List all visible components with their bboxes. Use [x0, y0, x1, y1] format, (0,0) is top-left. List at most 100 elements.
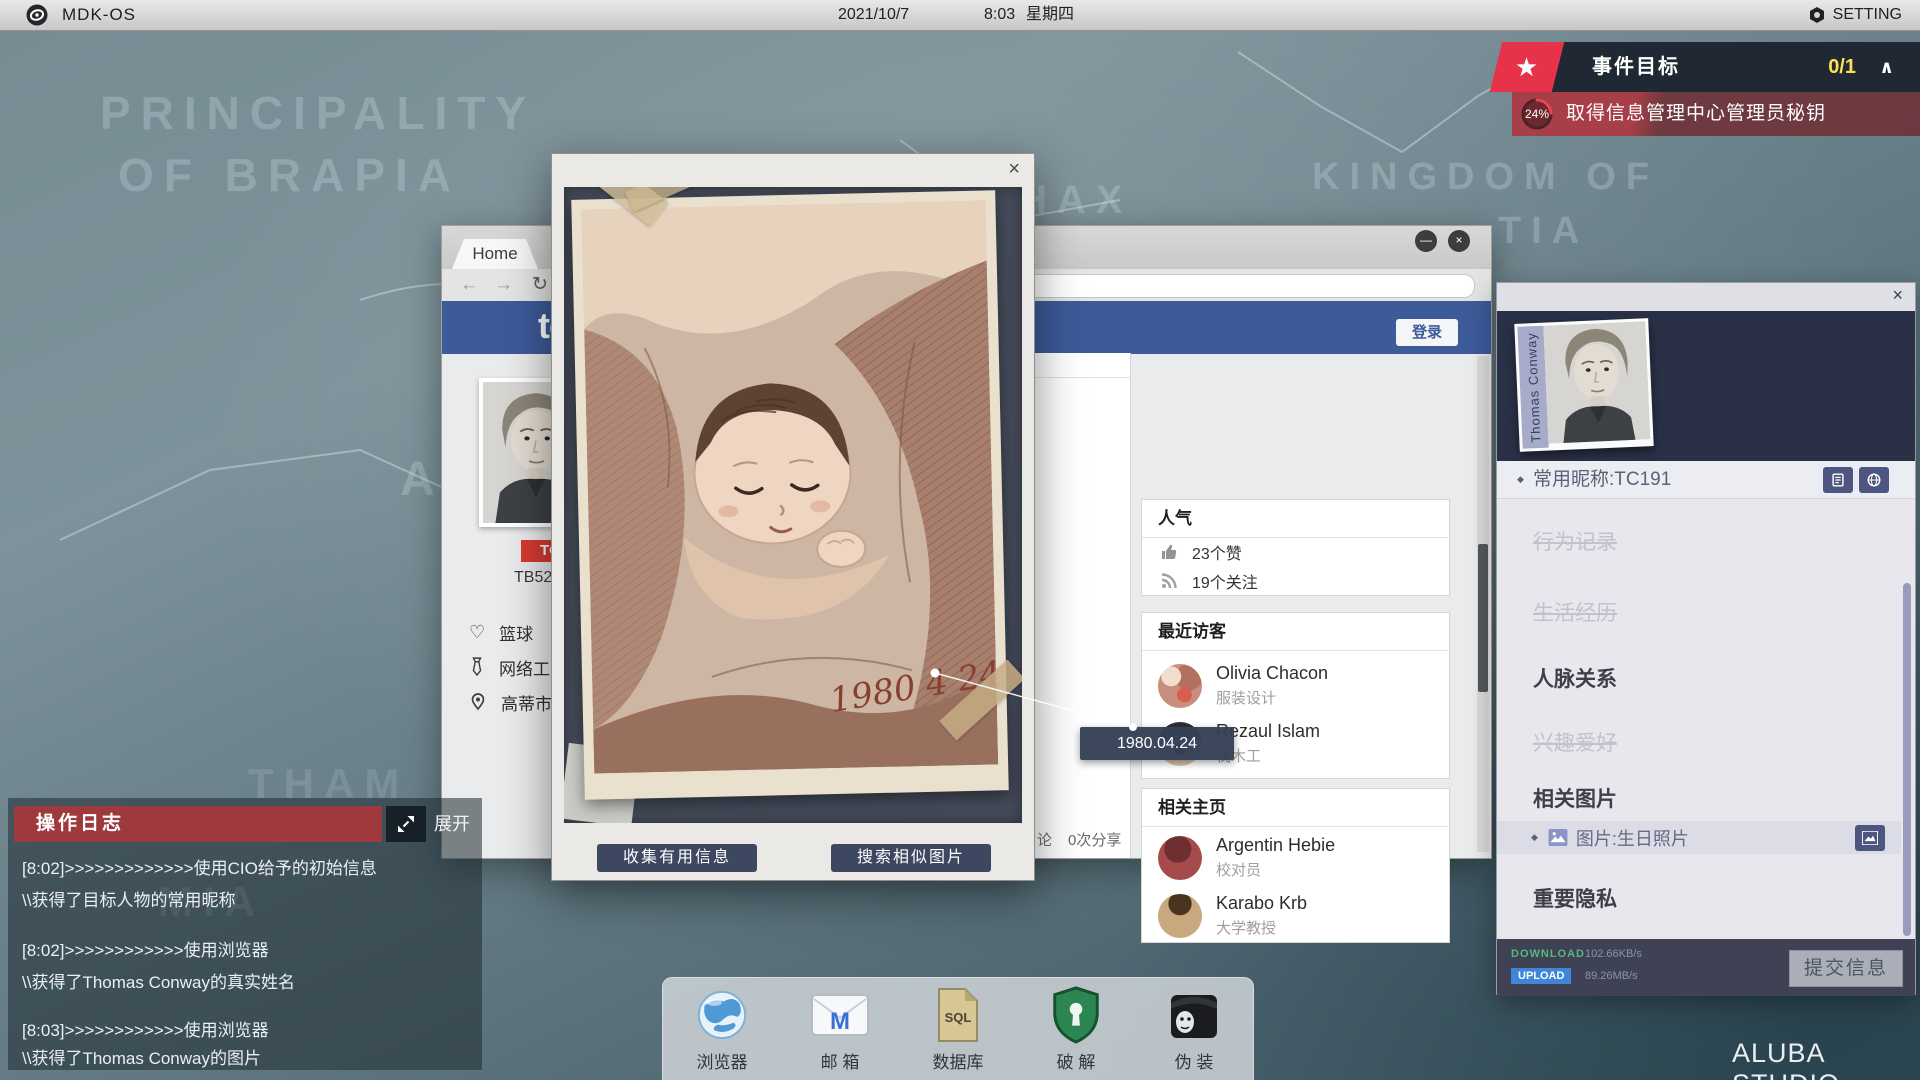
- target-profile-panel: × Thomas Conway: [1496, 282, 1916, 995]
- map-label: HAX: [1018, 178, 1132, 223]
- panel-section-related-images[interactable]: 相关图片: [1533, 783, 1617, 813]
- log-line: \\获得了Thomas Conway的真实姓名: [22, 968, 295, 993]
- objective-header[interactable]: 事件目标 0/1 ∧: [1544, 42, 1920, 92]
- panel-item-behavior: 行为记录: [1533, 526, 1617, 556]
- popularity-card: 人气 23个赞 19个关注: [1141, 499, 1450, 596]
- follows-count: 19个关注: [1192, 569, 1258, 593]
- browser-tab-home[interactable]: Home: [452, 239, 538, 269]
- map-label: TIA: [1498, 210, 1589, 253]
- dock-label: 浏览器: [697, 1048, 748, 1073]
- login-button[interactable]: 登录: [1396, 319, 1458, 346]
- birthday-photo-row[interactable]: ◆ 图片:生日照片: [1497, 821, 1901, 854]
- panel-item-hobbies: 兴趣爱好: [1533, 727, 1617, 757]
- gear-icon: [1808, 6, 1826, 24]
- download-speed: 102.66KB/s: [1585, 948, 1642, 960]
- photo-viewer-modal: ×: [551, 153, 1035, 881]
- collect-info-icon-button[interactable]: [1823, 467, 1853, 493]
- related-row[interactable]: Argentin Hebie 校对员: [1158, 835, 1335, 880]
- operation-log-panel: 操作日志 展开 [8:02]>>>>>>>>>>>>>使用CIO给予的初始信息 …: [8, 798, 482, 1070]
- log-line: [8:02]>>>>>>>>>>>>>使用CIO给予的初始信息: [22, 854, 377, 879]
- forward-button[interactable]: →: [494, 269, 513, 301]
- panel-scrollbar-thumb[interactable]: [1903, 583, 1911, 936]
- objective-task-text: 取得信息管理中心管理员秘钥: [1566, 92, 1826, 136]
- dock-item-disguise[interactable]: 伪 装: [1142, 986, 1246, 1073]
- submit-info-button[interactable]: 提交信息: [1789, 950, 1903, 987]
- log-line: [8:03]>>>>>>>>>>>>使用浏览器: [22, 1016, 269, 1041]
- nickname-text: 常用昵称:TC191: [1533, 461, 1671, 498]
- map-label: OF BRAPIA: [118, 148, 461, 202]
- panel-section-privacy[interactable]: 重要隐私: [1533, 883, 1617, 913]
- related-name[interactable]: Argentin Hebie: [1216, 835, 1335, 856]
- system-weekday: 星期四: [1026, 0, 1074, 30]
- system-date: 2021/10/7: [838, 0, 909, 30]
- follows-row: 19个关注: [1142, 566, 1449, 596]
- log-line: \\获得了Thomas Conway的图片: [22, 1044, 261, 1069]
- panel-close-icon[interactable]: ×: [1892, 285, 1903, 306]
- baby-illustration: 1980 4 24: [581, 200, 998, 773]
- refresh-button[interactable]: ↻: [532, 269, 548, 301]
- log-line: \\获得了目标人物的常用昵称: [22, 886, 235, 911]
- system-time: 8:03: [984, 0, 1015, 30]
- dock-label: 破 解: [1057, 1048, 1096, 1073]
- avatar: [1158, 836, 1202, 880]
- dock-item-database[interactable]: SQL 数据库: [906, 986, 1010, 1073]
- dock-item-mail[interactable]: M 邮 箱: [788, 986, 892, 1073]
- upload-speed: 89.26MB/s: [1585, 970, 1638, 982]
- likes-count: 23个赞: [1192, 540, 1242, 564]
- birthday-photo: 1980 4 24: [571, 190, 1009, 799]
- shield-icon: [1050, 986, 1102, 1044]
- dock-label: 伪 装: [1175, 1048, 1214, 1073]
- search-similar-button[interactable]: 搜索相似图片: [831, 844, 991, 872]
- map-label: A: [400, 452, 445, 507]
- date-tooltip: 1980.04.24: [1080, 727, 1234, 760]
- panel-item-life: 生活经历: [1533, 597, 1617, 627]
- target-portrait: [1543, 321, 1650, 447]
- nickname-row[interactable]: ◆ 常用昵称:TC191: [1497, 461, 1915, 499]
- log-expand-label[interactable]: 展开: [434, 806, 470, 842]
- related-name[interactable]: Karabo Krb: [1216, 893, 1307, 914]
- visitor-name[interactable]: Olivia Chacon: [1216, 663, 1328, 684]
- app-dock: 浏览器 M 邮 箱 SQL 数据库: [662, 977, 1254, 1080]
- photo-icon-button[interactable]: [1855, 825, 1885, 851]
- web-search-icon-button[interactable]: [1859, 467, 1889, 493]
- likes-row: 23个赞: [1142, 537, 1449, 567]
- scrollbar-thumb[interactable]: [1478, 544, 1488, 692]
- panel-photo-section: Thomas Conway: [1497, 311, 1915, 461]
- game-screen: PRINCIPALITY OF BRAPIA HAX KINGDOM OF TI…: [0, 0, 1920, 1080]
- window-close-button[interactable]: ×: [1448, 230, 1470, 252]
- map-label: KINGDOM OF: [1312, 156, 1659, 199]
- log-expand-button[interactable]: [386, 806, 426, 842]
- picture-small-icon: [1862, 831, 1878, 845]
- window-minimize-button[interactable]: —: [1415, 230, 1437, 252]
- recent-visitors-title: 最近访客: [1142, 613, 1449, 651]
- interest-city: 高蒂市: [469, 690, 552, 714]
- related-pages-card: 相关主页 Argentin Hebie 校对员 Karabo Krb 大学教授: [1141, 788, 1450, 943]
- studio-watermark: ALUBA STUDIO: [1732, 1038, 1920, 1080]
- panel-item-connections[interactable]: 人脉关系: [1533, 663, 1617, 693]
- dock-item-browser[interactable]: 浏览器: [670, 986, 774, 1073]
- settings-label: SETTING: [1833, 0, 1902, 30]
- rss-icon: [1160, 572, 1178, 590]
- dock-item-crack[interactable]: 破 解: [1024, 986, 1128, 1073]
- settings-button[interactable]: SETTING: [1808, 0, 1902, 30]
- expand-arrows-icon: [396, 814, 416, 834]
- location-pin-icon: [469, 692, 487, 712]
- svg-text:SQL: SQL: [945, 1010, 972, 1025]
- globe-icon: [695, 988, 749, 1042]
- bullet-icon: ◆: [1517, 461, 1524, 498]
- related-pages-title: 相关主页: [1142, 789, 1449, 827]
- objective-task-row[interactable]: 24% 取得信息管理中心管理员秘钥: [1512, 92, 1920, 136]
- globe-small-icon: [1866, 472, 1882, 488]
- visitor-row[interactable]: Olivia Chacon 服装设计: [1158, 663, 1328, 708]
- collect-info-button[interactable]: 收集有用信息: [597, 844, 757, 872]
- browser-scrollbar[interactable]: [1477, 356, 1489, 852]
- related-job: 大学教授: [1216, 917, 1307, 938]
- target-photo-card[interactable]: Thomas Conway: [1514, 318, 1653, 452]
- related-row[interactable]: Karabo Krb 大学教授: [1158, 893, 1307, 938]
- objective-title: 事件目标: [1592, 42, 1680, 92]
- collapse-chevron-icon[interactable]: ∧: [1879, 42, 1894, 92]
- heart-icon: ♡: [469, 622, 485, 643]
- back-button[interactable]: ←: [460, 269, 479, 301]
- modal-close-icon[interactable]: ×: [1008, 158, 1020, 181]
- objective-count: 0/1: [1828, 42, 1856, 92]
